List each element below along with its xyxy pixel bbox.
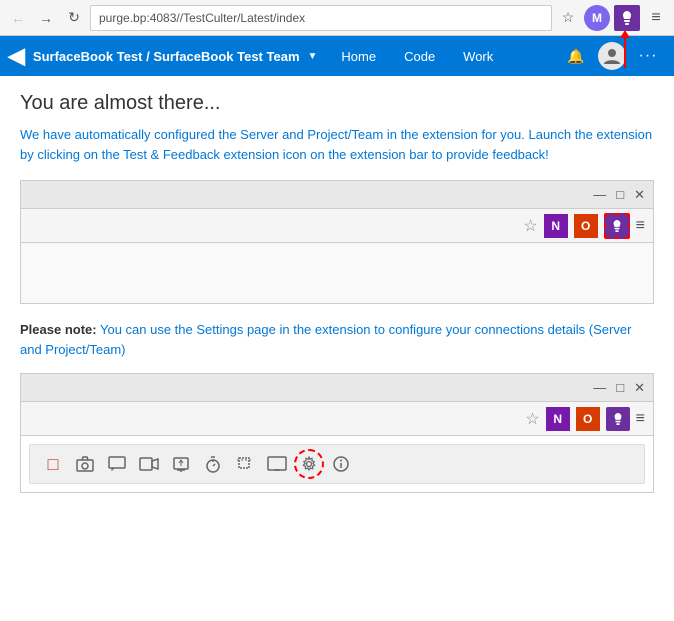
browser-chrome: ← → ↻ purge.bp:4083//TestCulter/Latest/i…	[0, 0, 674, 36]
mockup-content-1	[21, 243, 653, 303]
crop-tool-icon[interactable]	[230, 449, 260, 479]
timer-tool-icon[interactable]	[198, 449, 228, 479]
extension-icon-browser[interactable]	[614, 5, 640, 31]
browser-mockup-1: — □ ✕ ☆ N O ≡	[20, 180, 654, 304]
vsts-navbar: ◀ SurfaceBook Test / SurfaceBook Test Te…	[0, 36, 674, 76]
mockup-minimize-2[interactable]: —	[593, 380, 606, 395]
info-tool-icon[interactable]	[326, 449, 356, 479]
mockup2-star-icon: ☆	[525, 409, 539, 429]
back-button[interactable]: ←	[6, 6, 30, 30]
mockup-titlebar-2: — □ ✕	[21, 374, 653, 402]
more-options-icon[interactable]: ···	[630, 36, 666, 76]
nav-home[interactable]: Home	[329, 36, 388, 76]
forward-button[interactable]: →	[34, 6, 58, 30]
reload-button[interactable]: ↻	[62, 6, 86, 30]
tools-row: □	[29, 444, 645, 484]
nav-code[interactable]: Code	[392, 36, 447, 76]
mockup2-onenote-icon: N	[546, 407, 570, 431]
main-content: You are almost there... We have automati…	[0, 76, 674, 509]
screen-tool-icon[interactable]	[262, 449, 292, 479]
description-text: We have automatically configured the Ser…	[20, 125, 654, 164]
address-bar[interactable]: purge.bp:4083//TestCulter/Latest/index	[90, 5, 552, 31]
mockup-titlebar-1: — □ ✕	[21, 181, 653, 209]
comment-tool-icon[interactable]	[102, 449, 132, 479]
mockup-toolbar-1: ☆ N O ≡	[21, 209, 653, 243]
browser-mockup-2: — □ ✕ ☆ N O ≡ □	[20, 373, 654, 493]
nav-work[interactable]: Work	[451, 36, 505, 76]
mockup2-office-icon: O	[576, 407, 600, 431]
address-text: purge.bp:4083//TestCulter/Latest/index	[99, 11, 305, 25]
extension-icon-highlighted[interactable]	[604, 213, 630, 239]
mockup-star-icon: ☆	[523, 216, 537, 236]
red-arrow	[624, 36, 626, 68]
mockup-maximize-1[interactable]: □	[616, 187, 624, 202]
mockup-menu-icon[interactable]: ≡	[636, 217, 645, 235]
page-heading: You are almost there...	[20, 92, 654, 115]
mockup-maximize-2[interactable]: □	[616, 380, 624, 395]
mockup-close-1[interactable]: ✕	[634, 187, 645, 203]
user-avatar[interactable]: M	[584, 5, 610, 31]
mockup-toolbar-2: ☆ N O ≡	[21, 402, 653, 436]
mockup-close-2[interactable]: ✕	[634, 380, 645, 396]
settings-tool-icon[interactable]	[294, 449, 324, 479]
note-link-text: You can use the Settings page in the ext…	[20, 322, 631, 357]
mockup-minimize-1[interactable]: —	[593, 187, 606, 202]
favorites-icon[interactable]: ☆	[556, 6, 580, 30]
vsts-logo: ◀	[8, 43, 25, 69]
office-icon: O	[574, 214, 598, 238]
browser-menu-button[interactable]: ≡	[644, 6, 668, 30]
vsts-avatar[interactable]	[598, 42, 626, 70]
video-tool-icon[interactable]	[134, 449, 164, 479]
onenote-icon: N	[544, 214, 568, 238]
vsts-project-name[interactable]: SurfaceBook Test / SurfaceBook Test Team	[33, 49, 300, 64]
screenshot-tool-icon[interactable]	[166, 449, 196, 479]
mockup2-ext-icon[interactable]	[606, 407, 630, 431]
camera-tool-icon[interactable]	[70, 449, 100, 479]
note-bold: Please note:	[20, 322, 97, 337]
mockup2-content: □	[21, 436, 653, 492]
rectangle-tool-icon[interactable]: □	[38, 449, 68, 479]
project-chevron-icon[interactable]: ▼	[308, 51, 318, 62]
bell-icon[interactable]: 🔔	[558, 36, 594, 76]
navbar-wrapper: ◀ SurfaceBook Test / SurfaceBook Test Te…	[0, 36, 674, 76]
note-text: Please note: You can use the Settings pa…	[20, 320, 654, 359]
mockup2-menu-icon[interactable]: ≡	[636, 410, 645, 428]
